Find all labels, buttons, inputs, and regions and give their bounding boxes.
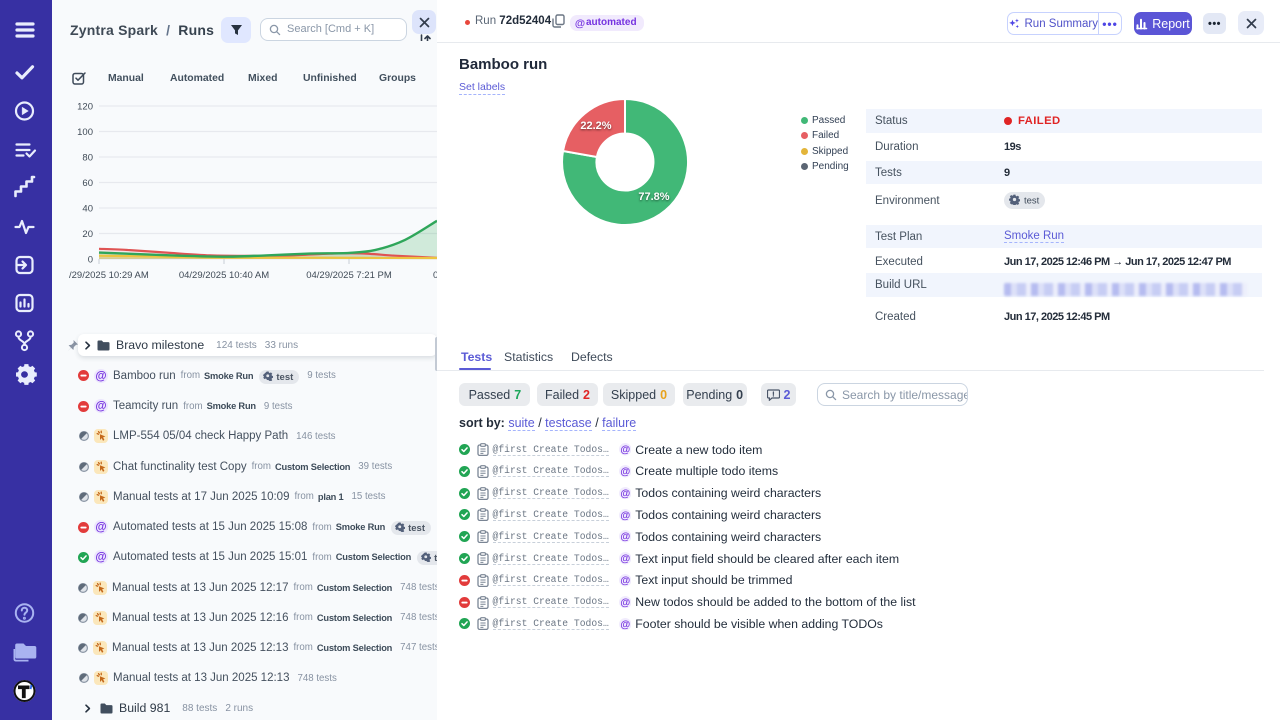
svg-text:/29/2025 10:29 AM: /29/2025 10:29 AM [69,270,149,281]
svg-text:@: @ [575,17,585,29]
svg-text:120: 120 [77,102,93,113]
svg-text:40: 40 [82,204,93,215]
svg-text:60: 60 [82,178,93,189]
svg-text:@: @ [620,532,630,543]
svg-text:@: @ [620,510,630,521]
svg-text:@: @ [620,445,630,456]
svg-text:@: @ [620,467,630,478]
svg-text:04/29/2025 10:40 AM: 04/29/2025 10:40 AM [179,270,269,281]
svg-text:@: @ [620,488,630,499]
svg-text:@: @ [95,522,106,534]
svg-text:@: @ [95,370,106,382]
svg-text:04/29/2025 7:21 PM: 04/29/2025 7:21 PM [306,270,392,281]
svg-text:@: @ [95,552,106,564]
svg-text:100: 100 [77,127,93,138]
svg-text:22.2%: 22.2% [580,120,611,132]
svg-text:@: @ [620,554,630,565]
svg-text:20: 20 [82,229,93,240]
svg-text:0: 0 [88,255,93,266]
svg-text:@: @ [620,576,630,587]
svg-text:80: 80 [82,153,93,164]
svg-text:@: @ [620,619,630,630]
svg-text:@: @ [95,401,106,413]
svg-text:@: @ [620,597,630,608]
svg-text:77.8%: 77.8% [638,191,669,203]
